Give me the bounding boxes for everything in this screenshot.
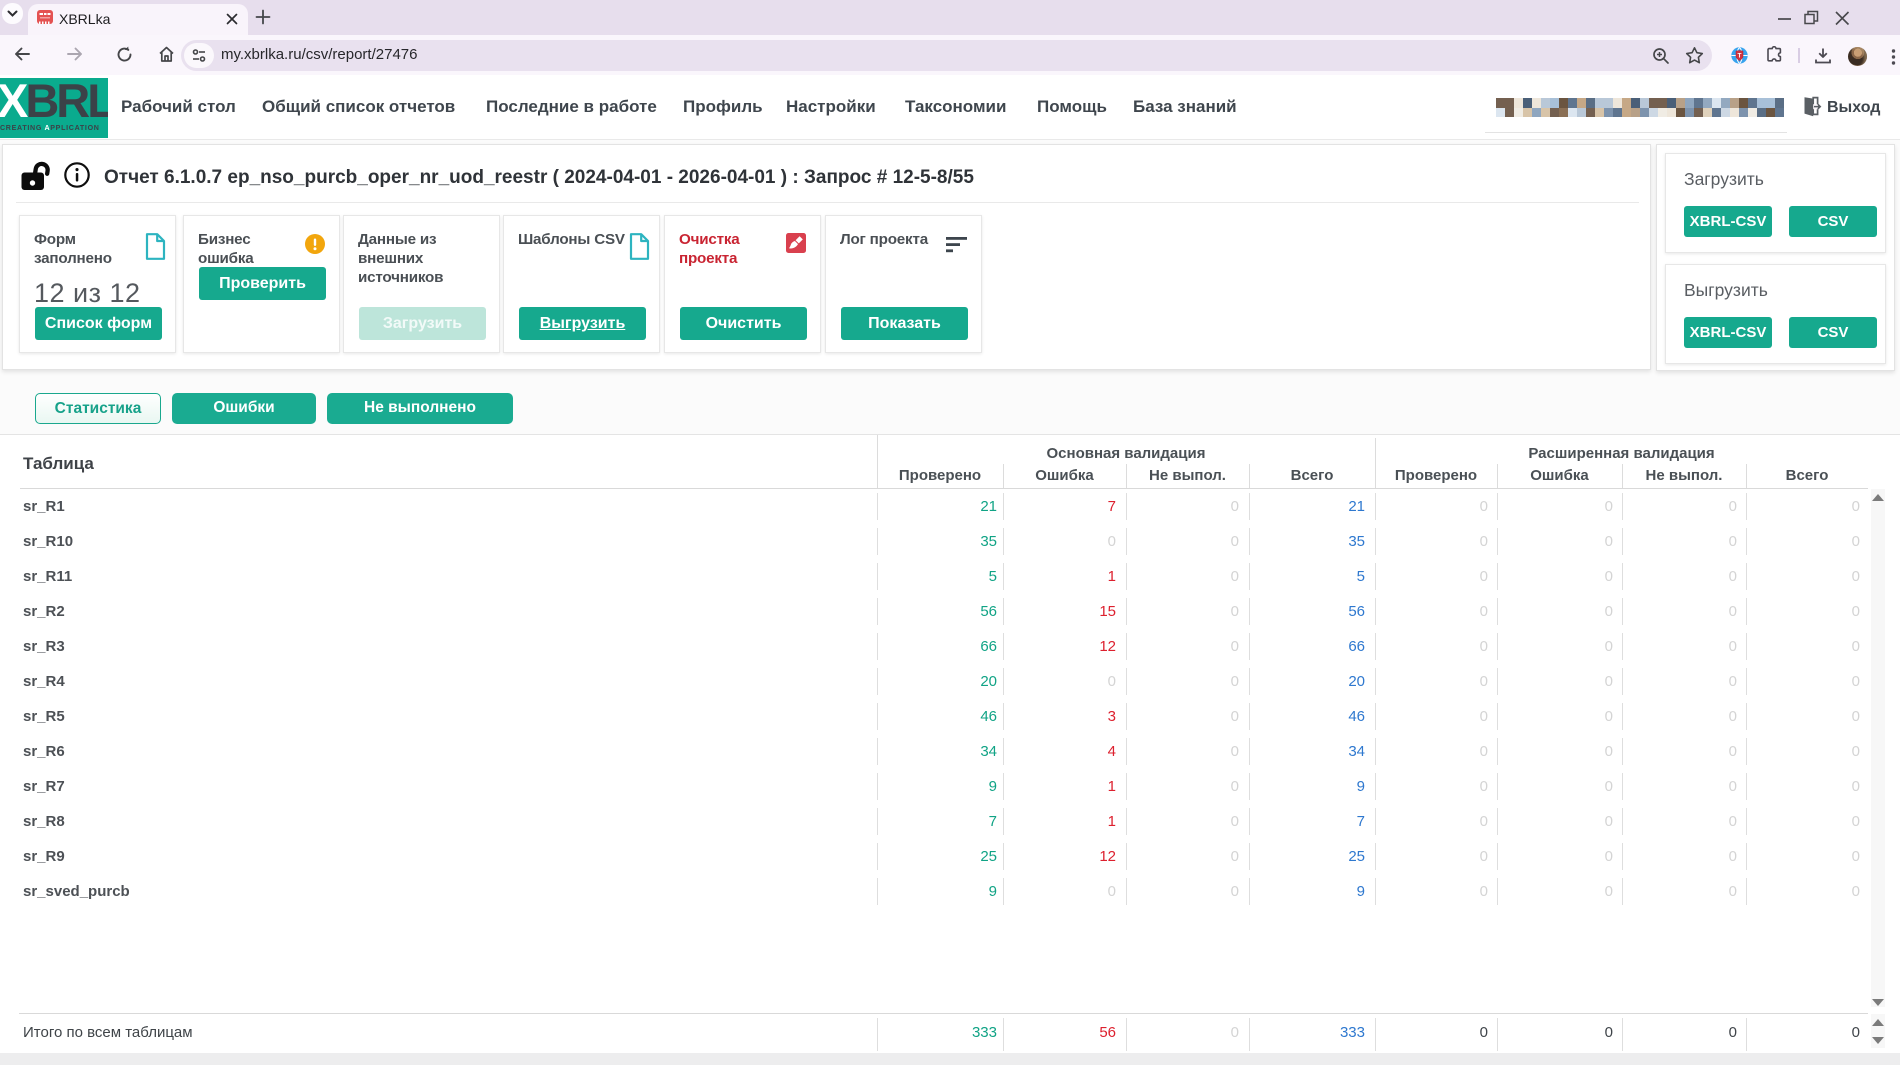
svg-text:T: T [1738,53,1742,60]
